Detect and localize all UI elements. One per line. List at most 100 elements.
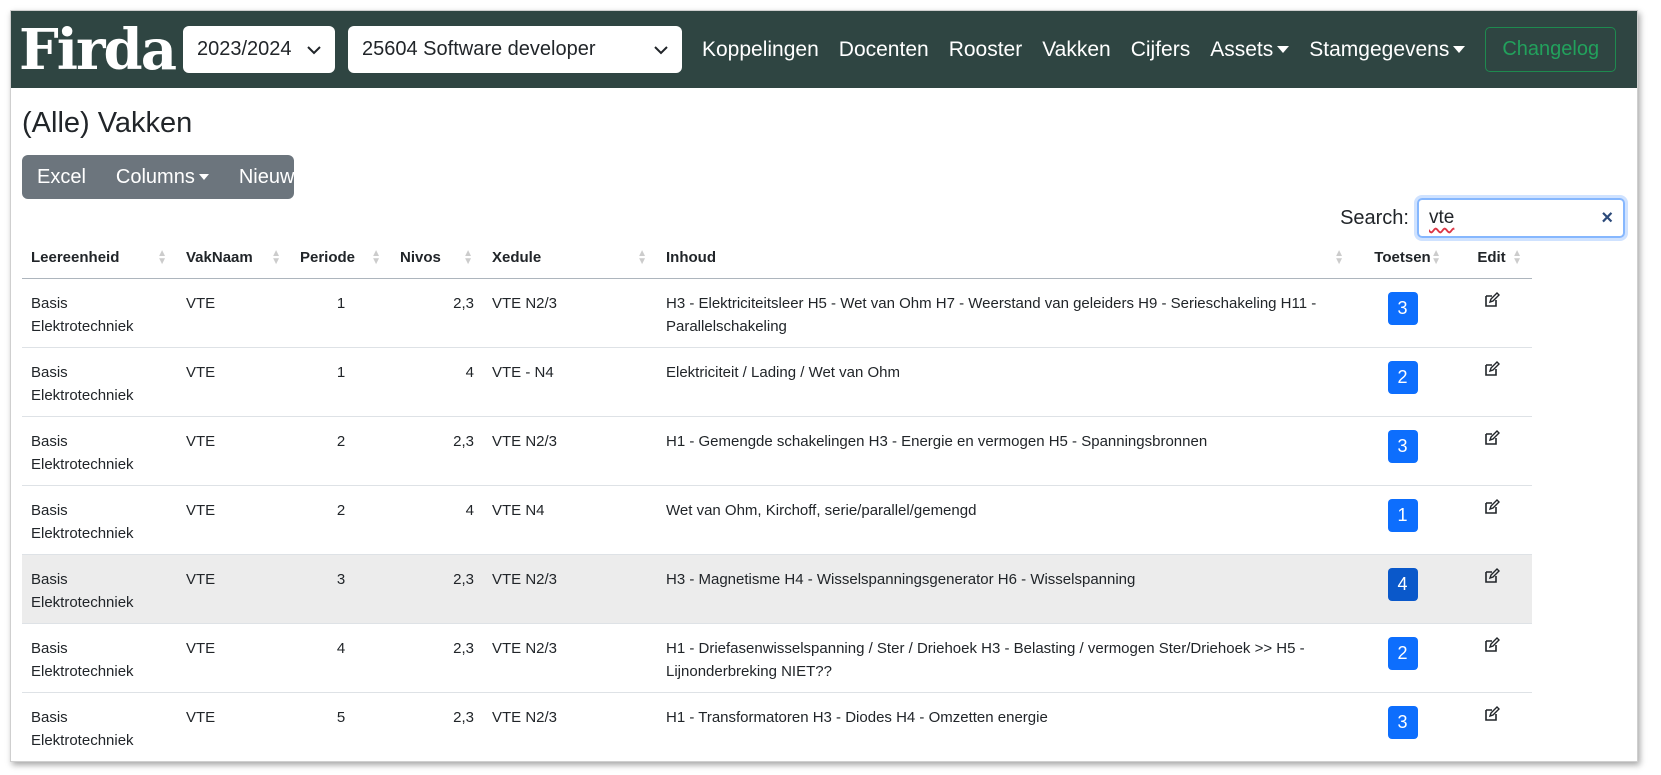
cell-toetsen: 3 [1354,278,1451,348]
cell-edit [1451,347,1532,417]
cell-vaknaam: VTE [177,416,291,486]
sort-icon: ▲ ▼ [271,248,281,267]
chevron-down-icon [654,39,668,60]
cell-xedule: VTE N2/3 [483,554,657,624]
cell-xedule: VTE N2/3 [483,278,657,348]
nav-assets-dropdown[interactable]: Assets [1210,37,1290,62]
year-select[interactable]: 2023/2024 [183,26,335,73]
toolbar-button-group: Excel Columns Nieuw [22,155,294,199]
cell-periode: 3 [291,554,391,624]
cell-xedule: VTE N2/3 [483,416,657,486]
course-select[interactable]: 25604 Software developer [348,26,682,73]
caret-down-icon [1453,46,1466,54]
column-header-inhoud[interactable]: Inhoud ▲ ▼ [657,238,1354,279]
edit-icon[interactable] [1484,360,1500,377]
cell-nivos: 2,3 [391,416,483,486]
bottom-fade [11,745,1637,761]
cell-periode: 1 [291,278,391,348]
search-area: Search: vte × [1340,198,1625,238]
app-window: Firda 2023/2024 25604 Software developer… [10,10,1638,762]
cell-vaknaam: VTE [177,554,291,624]
columns-button[interactable]: Columns [101,166,224,189]
chevron-down-icon [307,39,321,60]
table-row: Basis Elektrotechniek VTE 1 2,3 VTE N2/3… [22,278,1532,348]
column-header-vaknaam[interactable]: VakNaam ▲ ▼ [177,238,291,279]
edit-icon[interactable] [1484,498,1500,515]
edit-icon[interactable] [1484,429,1500,446]
toetsen-badge[interactable]: 2 [1387,636,1418,670]
nav-koppelingen[interactable]: Koppelingen [702,38,819,62]
cell-inhoud: Elektriciteit / Lading / Wet van Ohm [657,347,1354,417]
edit-icon[interactable] [1484,567,1500,584]
cell-vaknaam: VTE [177,485,291,555]
column-header-xedule[interactable]: Xedule ▲ ▼ [483,238,657,279]
column-header-leereenheid[interactable]: Leereenheid ▲ ▼ [22,238,177,279]
column-header-nivos[interactable]: Nivos ▲ ▼ [391,238,483,279]
table-row: Basis Elektrotechniek VTE 1 4 VTE - N4 E… [22,347,1532,417]
sort-icon: ▲ ▼ [1334,248,1344,267]
cell-nivos: 2,3 [391,554,483,624]
edit-icon[interactable] [1484,636,1500,653]
excel-button[interactable]: Excel [22,166,101,189]
toetsen-badge[interactable]: 3 [1387,291,1418,325]
cell-leereenheid: Basis Elektrotechniek [22,554,177,624]
sort-icon: ▲ ▼ [637,248,647,267]
table-row: Basis Elektrotechniek VTE 4 2,3 VTE N2/3… [22,623,1532,693]
search-label: Search: [1340,206,1409,229]
cell-inhoud: H3 - Elektriciteitsleer H5 - Wet van Ohm… [657,278,1354,348]
sort-icon: ▲ ▼ [463,248,473,267]
toetsen-badge[interactable]: 1 [1387,498,1418,532]
edit-icon[interactable] [1484,705,1500,722]
cell-leereenheid: Basis Elektrotechniek [22,416,177,486]
cell-periode: 1 [291,347,391,417]
column-header-periode[interactable]: Periode ▲ ▼ [291,238,391,279]
toetsen-badge[interactable]: 3 [1387,705,1418,739]
cell-edit [1451,416,1532,486]
sort-icon: ▲ ▼ [1512,248,1522,267]
nav-assets-label: Assets [1210,37,1274,61]
search-input[interactable]: vte × [1417,198,1625,238]
nav-rooster[interactable]: Rooster [949,38,1023,62]
cell-toetsen: 3 [1354,416,1451,486]
course-select-value: 25604 Software developer [362,38,596,60]
cell-toetsen: 2 [1354,623,1451,693]
cell-toetsen: 2 [1354,347,1451,417]
cell-edit [1451,554,1532,624]
cell-inhoud: H1 - Gemengde schakelingen H3 - Energie … [657,416,1354,486]
toetsen-badge[interactable]: 3 [1387,429,1418,463]
changelog-button[interactable]: Changelog [1485,27,1617,72]
nav-cijfers[interactable]: Cijfers [1131,38,1191,62]
column-header-toetsen[interactable]: Toetsen ▲ ▼ [1354,238,1451,279]
cell-leereenheid: Basis Elektrotechniek [22,278,177,348]
toetsen-badge[interactable]: 2 [1387,360,1418,394]
cell-xedule: VTE N4 [483,485,657,555]
nav-docenten[interactable]: Docenten [839,38,929,62]
cell-edit [1451,623,1532,693]
page-title: (Alle) Vakken [22,107,193,139]
toetsen-badge[interactable]: 4 [1387,567,1418,601]
vakken-table: Leereenheid ▲ ▼ VakNaam ▲ ▼ Periode ▲ ▼ Nivos ▲… [22,238,1532,761]
nav-links: Koppelingen Docenten Rooster Vakken Cijf… [702,27,1617,72]
nav-stamgegevens-dropdown[interactable]: Stamgegevens [1309,38,1466,62]
table-row: Basis Elektrotechniek VTE 3 2,3 VTE N2/3… [22,554,1532,624]
cell-inhoud: H3 - Magnetisme H4 - Wisselspanningsgene… [657,554,1354,624]
table-row: Basis Elektrotechniek VTE 2 4 VTE N4 Wet… [22,485,1532,555]
cell-periode: 2 [291,485,391,555]
cell-xedule: VTE - N4 [483,347,657,417]
cell-xedule: VTE N2/3 [483,623,657,693]
table-header-row: Leereenheid ▲ ▼ VakNaam ▲ ▼ Periode ▲ ▼ Nivos ▲… [22,238,1532,279]
clear-icon[interactable]: × [1601,207,1613,230]
edit-icon[interactable] [1484,291,1500,308]
cell-toetsen: 4 [1354,554,1451,624]
new-button[interactable]: Nieuw [224,166,310,189]
cell-nivos: 2,3 [391,623,483,693]
firda-logo[interactable]: Firda [19,20,177,80]
column-header-edit[interactable]: Edit ▲ ▼ [1451,238,1532,279]
nav-vakken[interactable]: Vakken [1042,38,1111,62]
cell-nivos: 2,3 [391,278,483,348]
caret-down-icon [1277,46,1290,54]
navbar: Firda 2023/2024 25604 Software developer… [11,11,1637,88]
search-input-value: vte [1429,207,1455,228]
cell-periode: 2 [291,416,391,486]
year-select-value: 2023/2024 [197,38,292,60]
